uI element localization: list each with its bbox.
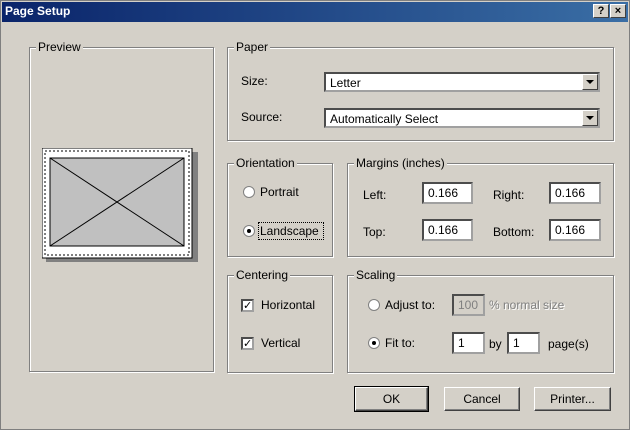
source-label: Source:: [241, 110, 283, 124]
chevron-down-icon[interactable]: [582, 74, 598, 90]
orientation-legend: Orientation: [234, 156, 297, 170]
portrait-label[interactable]: Portrait: [260, 185, 299, 199]
paper-legend: Paper: [234, 40, 271, 54]
printer-button[interactable]: Printer...: [534, 387, 611, 411]
adjust-to-radio[interactable]: [368, 299, 380, 311]
chevron-down-icon[interactable]: [582, 110, 598, 126]
landscape-radio[interactable]: [243, 225, 255, 237]
horizontal-checkbox[interactable]: ✓: [241, 299, 254, 312]
fit-to-radio[interactable]: [368, 337, 380, 349]
fit-to-wide-input[interactable]: 1: [452, 332, 485, 354]
help-button[interactable]: ?: [593, 4, 609, 18]
margins-legend: Margins (inches): [354, 156, 447, 170]
bottom-margin-input[interactable]: 0.166: [549, 219, 601, 241]
centering-group: Centering ✓ Horizontal ✓ Vertical: [227, 268, 333, 373]
preview-legend: Preview: [36, 40, 83, 54]
right-margin-label: Right:: [493, 188, 525, 202]
pages-label: page(s): [548, 337, 589, 351]
left-margin-input[interactable]: 0.166: [422, 182, 473, 204]
portrait-radio[interactable]: [243, 186, 255, 198]
adjust-to-input[interactable]: 100: [452, 294, 485, 316]
top-margin-input[interactable]: 0.166: [422, 219, 473, 241]
vertical-label[interactable]: Vertical: [261, 336, 300, 350]
top-margin-label: Top:: [363, 225, 386, 239]
bottom-margin-label: Bottom:: [493, 225, 535, 239]
ok-button[interactable]: OK: [354, 386, 429, 412]
size-label: Size:: [241, 74, 268, 88]
centering-legend: Centering: [234, 268, 291, 282]
source-value: Automatically Select: [330, 112, 439, 126]
fit-to-label[interactable]: Fit to:: [385, 336, 415, 350]
preview-group: Preview: [29, 40, 214, 372]
vertical-checkbox[interactable]: ✓: [241, 337, 254, 350]
by-label: by: [489, 337, 502, 351]
margins-group: Margins (inches) Left: 0.166 Right: 0.16…: [347, 156, 614, 257]
window-title: Page Setup: [5, 4, 71, 18]
horizontal-label[interactable]: Horizontal: [261, 298, 315, 312]
adjust-to-label[interactable]: Adjust to:: [385, 298, 435, 312]
orientation-group: Orientation Portrait Landscape: [227, 156, 333, 257]
close-button[interactable]: ×: [610, 4, 626, 18]
left-margin-label: Left:: [363, 188, 387, 202]
right-margin-input[interactable]: 0.166: [549, 182, 601, 204]
size-value: Letter: [330, 76, 361, 90]
page-preview-image: [42, 148, 198, 262]
fit-to-tall-input[interactable]: 1: [507, 332, 540, 354]
normal-size-label: % normal size: [489, 298, 565, 312]
page-setup-dialog: Page Setup ? × Preview Paper Size: Lette…: [0, 0, 630, 430]
cancel-button[interactable]: Cancel: [444, 387, 520, 411]
landscape-label[interactable]: Landscape: [260, 224, 319, 238]
scaling-legend: Scaling: [354, 268, 398, 282]
source-dropdown[interactable]: Automatically Select: [324, 108, 600, 128]
scaling-group: Scaling Adjust to: 100 % normal size Fit…: [347, 268, 614, 373]
title-bar[interactable]: Page Setup ? ×: [2, 2, 628, 22]
size-dropdown[interactable]: Letter: [324, 72, 600, 92]
paper-group: Paper Size: Letter Source: Automatically…: [227, 40, 614, 141]
